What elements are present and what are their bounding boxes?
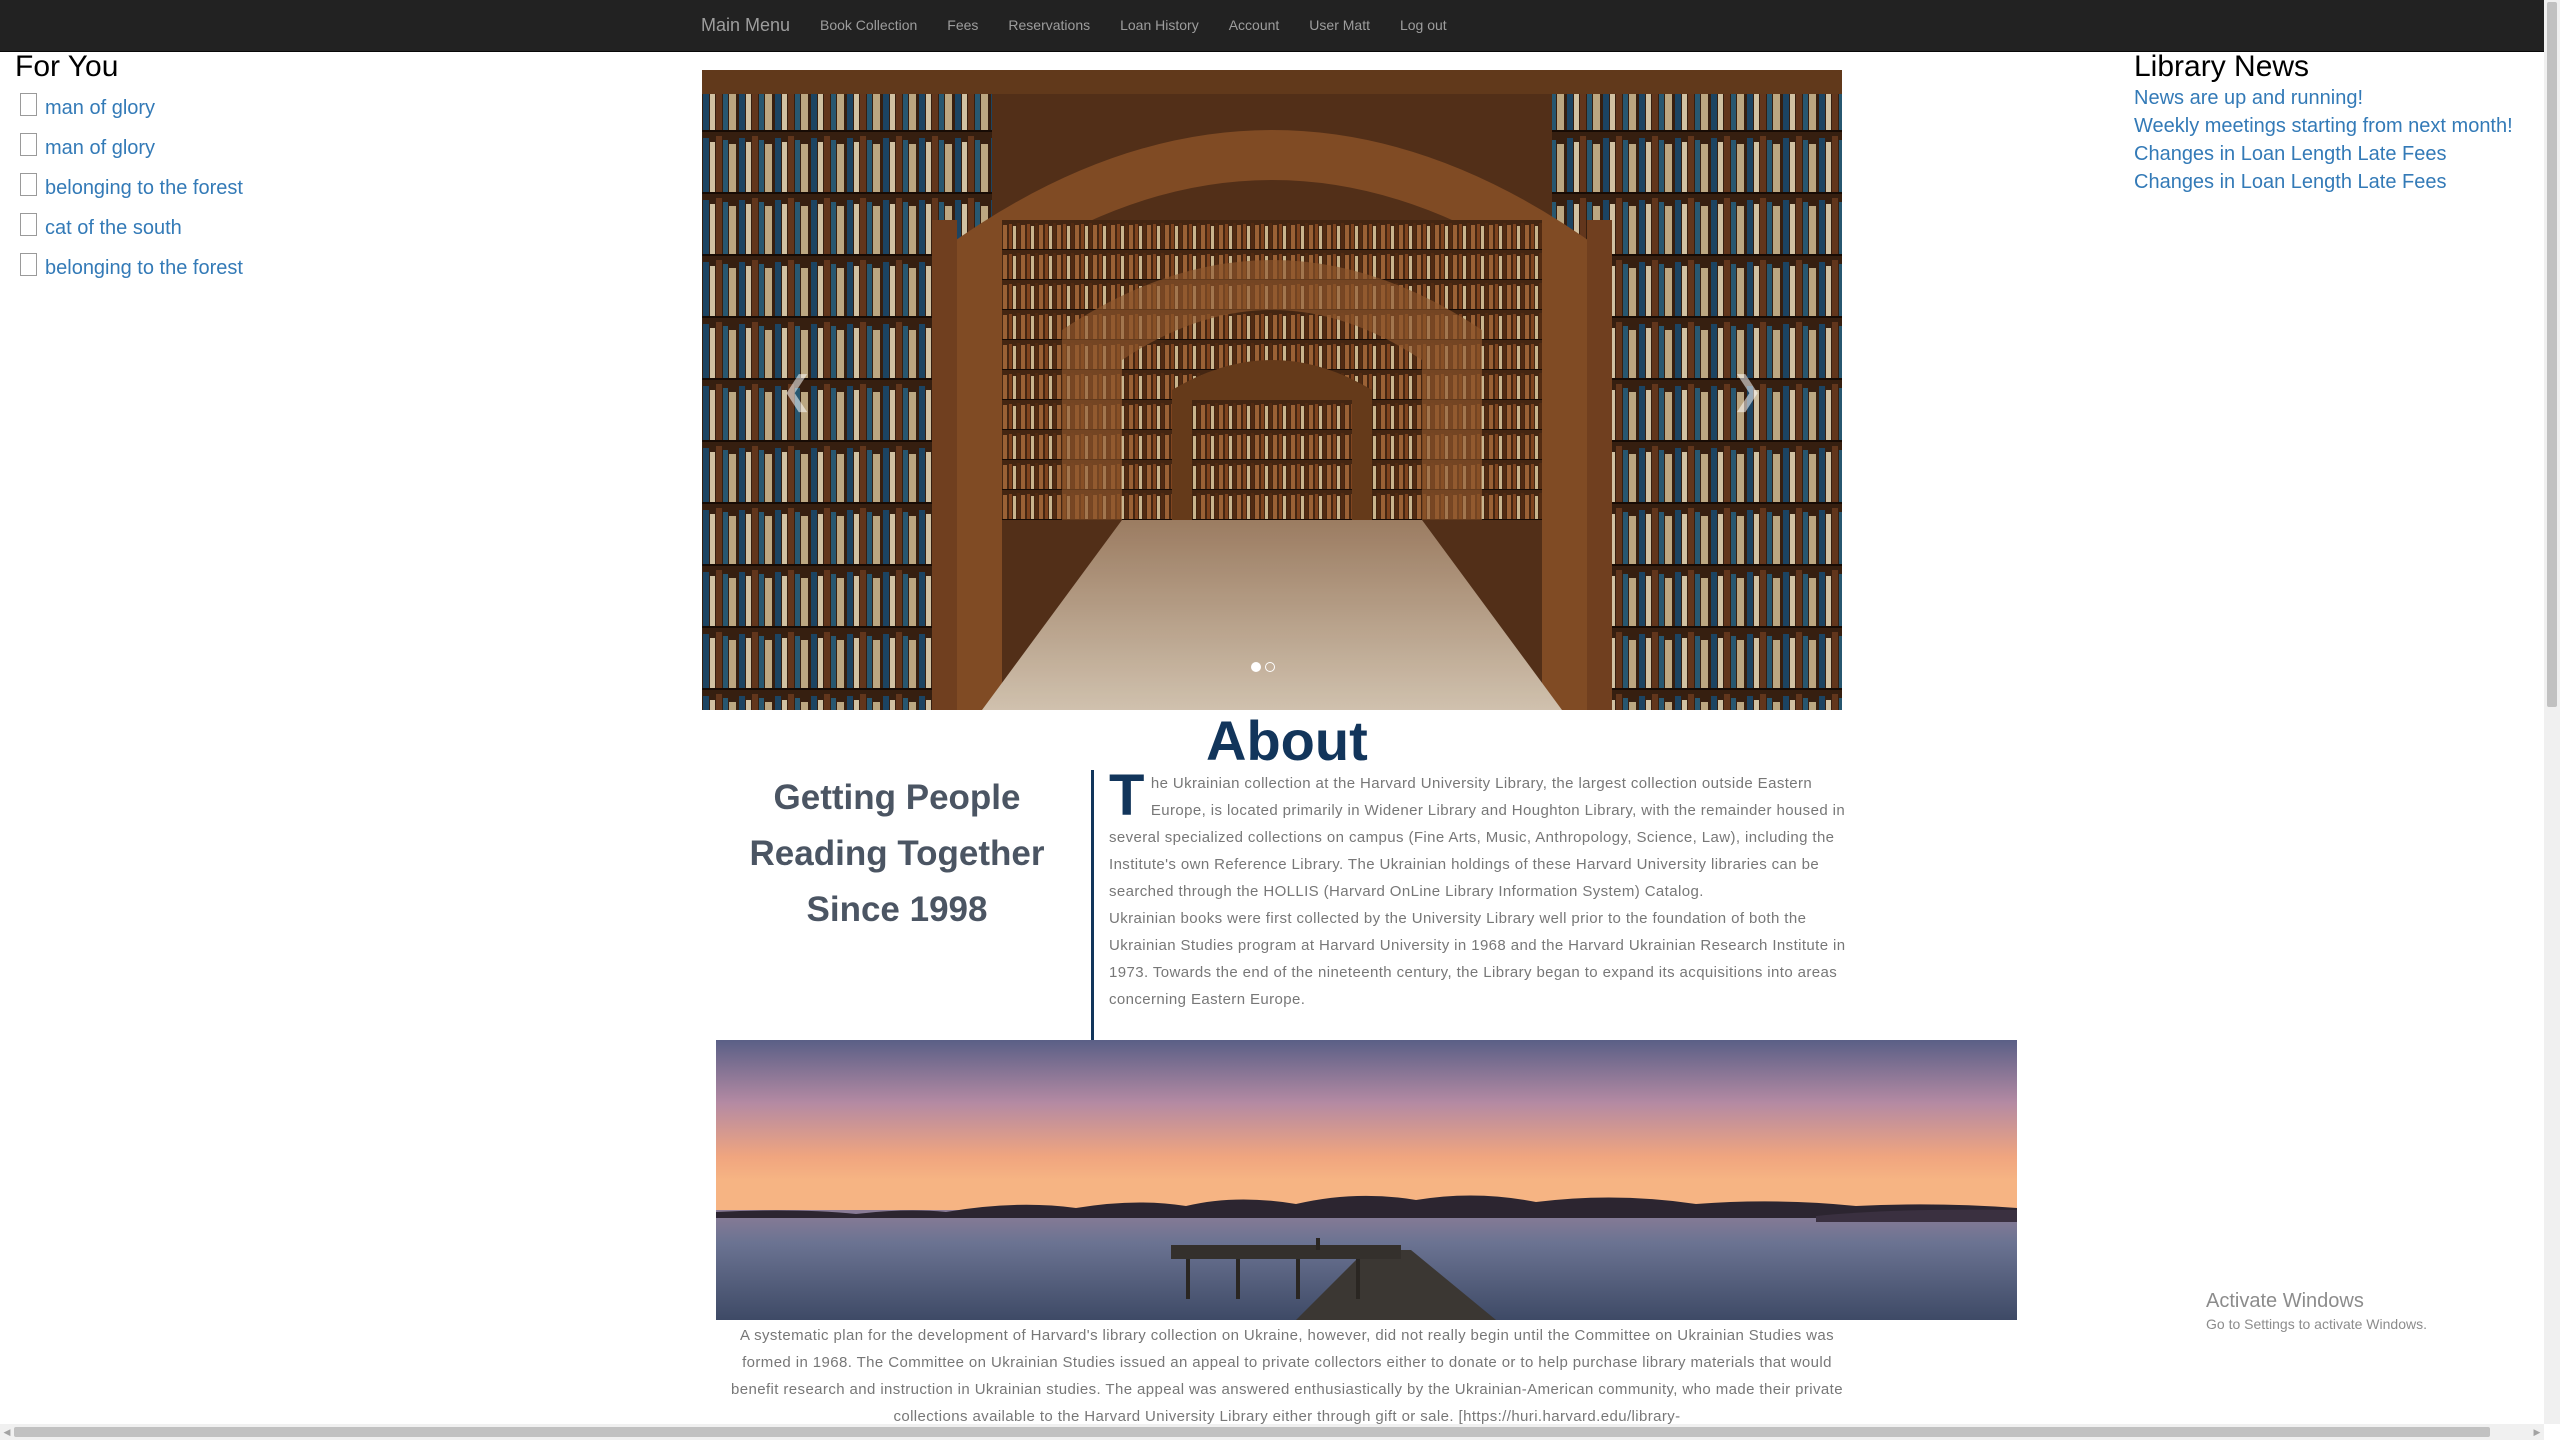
horizontal-scroll-thumb[interactable] — [14, 1427, 2490, 1437]
scroll-left-icon[interactable]: ◀ — [0, 1424, 14, 1440]
top-navbar: Main Menu Book Collection Fees Reservati… — [0, 0, 2544, 52]
vertical-scroll-thumb[interactable] — [2547, 2, 2557, 707]
for-you-item: belonging to the forest — [15, 248, 435, 288]
book-thumbnail[interactable] — [20, 252, 37, 276]
for-you-link[interactable]: man of glory — [45, 137, 155, 160]
library-news-panel: Library News News are up and running! We… — [2134, 50, 2534, 196]
lake-sunset-image — [716, 1040, 2017, 1320]
tagline: Getting People Reading Together Since 19… — [712, 770, 1082, 938]
for-you-item: man of glory — [15, 128, 435, 168]
nav-book-collection[interactable]: Book Collection — [805, 0, 932, 51]
nav-log-out[interactable]: Log out — [1385, 0, 1462, 51]
divider — [1091, 770, 1094, 1040]
drop-cap: T — [1109, 763, 1145, 828]
for-you-link[interactable]: belonging to the forest — [45, 177, 243, 200]
book-thumbnail[interactable] — [20, 132, 37, 156]
nav-reservations[interactable]: Reservations — [993, 0, 1105, 51]
carousel-next-button[interactable]: ❯ — [1672, 70, 1822, 710]
main-menu-link[interactable]: Main Menu — [701, 0, 790, 51]
library-news-title: Library News — [2134, 50, 2310, 83]
nav-fees[interactable]: Fees — [932, 0, 993, 51]
for-you-item: belonging to the forest — [15, 168, 435, 208]
for-you-link[interactable]: man of glory — [45, 97, 155, 120]
history-text: A systematic plan for the development of… — [722, 1322, 1852, 1430]
watermark-subtitle: Go to Settings to activate Windows. — [2206, 1316, 2427, 1332]
image-carousel: ❮ ❯ — [702, 70, 1842, 710]
about-paragraph-text: he Ukrainian collection at the Harvard U… — [1109, 775, 1846, 900]
chevron-right-icon: ❯ — [1731, 369, 1763, 412]
chevron-left-icon: ❮ — [781, 369, 813, 412]
carousel-indicators — [693, 662, 1833, 672]
nav-loan-history[interactable]: Loan History — [1105, 0, 1214, 51]
library-hall-image — [702, 70, 1842, 710]
lake-sunset-svg — [716, 1040, 2017, 1320]
for-you-link[interactable]: belonging to the forest — [45, 257, 243, 280]
for-you-panel: For You man of glory man of glory belong… — [15, 50, 435, 288]
news-link[interactable]: Changes in Loan Length Late Fees — [2134, 168, 2534, 196]
vertical-scrollbar[interactable] — [2544, 0, 2560, 1424]
for-you-title: For You — [15, 50, 119, 83]
about-title: About — [1206, 709, 1368, 772]
watermark-title: Activate Windows — [2206, 1290, 2364, 1312]
history-paragraph: A systematic plan for the development of… — [731, 1327, 1843, 1425]
tagline-line: Reading Together — [749, 834, 1045, 873]
activate-windows-watermark: Activate Windows Go to Settings to activ… — [2206, 1288, 2427, 1334]
nav-user[interactable]: User Matt — [1294, 0, 1385, 51]
tagline-line: Since 1998 — [806, 890, 988, 929]
about-paragraph: The Ukrainian collection at the Harvard … — [1109, 763, 1859, 905]
news-link[interactable]: Changes in Loan Length Late Fees — [2134, 140, 2534, 168]
nav-account[interactable]: Account — [1214, 0, 1295, 51]
news-link[interactable]: News are up and running! — [2134, 84, 2534, 112]
nav-links: Book Collection Fees Reservations Loan H… — [805, 0, 1462, 51]
about-text: The Ukrainian collection at the Harvard … — [1109, 763, 1859, 1013]
carousel-prev-button[interactable]: ❮ — [722, 70, 872, 710]
carousel-indicator[interactable] — [1265, 662, 1275, 672]
book-thumbnail[interactable] — [20, 92, 37, 116]
carousel-indicator[interactable] — [1251, 662, 1261, 672]
for-you-list: man of glory man of glory belonging to t… — [15, 88, 435, 288]
horizontal-scrollbar[interactable]: ◀ ▶ — [0, 1424, 2544, 1440]
news-link[interactable]: Weekly meetings starting from next month… — [2134, 112, 2534, 140]
book-thumbnail[interactable] — [20, 172, 37, 196]
for-you-item: man of glory — [15, 88, 435, 128]
book-thumbnail[interactable] — [20, 212, 37, 236]
for-you-link[interactable]: cat of the south — [45, 217, 182, 240]
for-you-item: cat of the south — [15, 208, 435, 248]
about-paragraph: Ukrainian books were first collected by … — [1109, 910, 1846, 1008]
tagline-line: Getting People — [773, 778, 1021, 817]
scroll-right-icon[interactable]: ▶ — [2530, 1424, 2544, 1440]
